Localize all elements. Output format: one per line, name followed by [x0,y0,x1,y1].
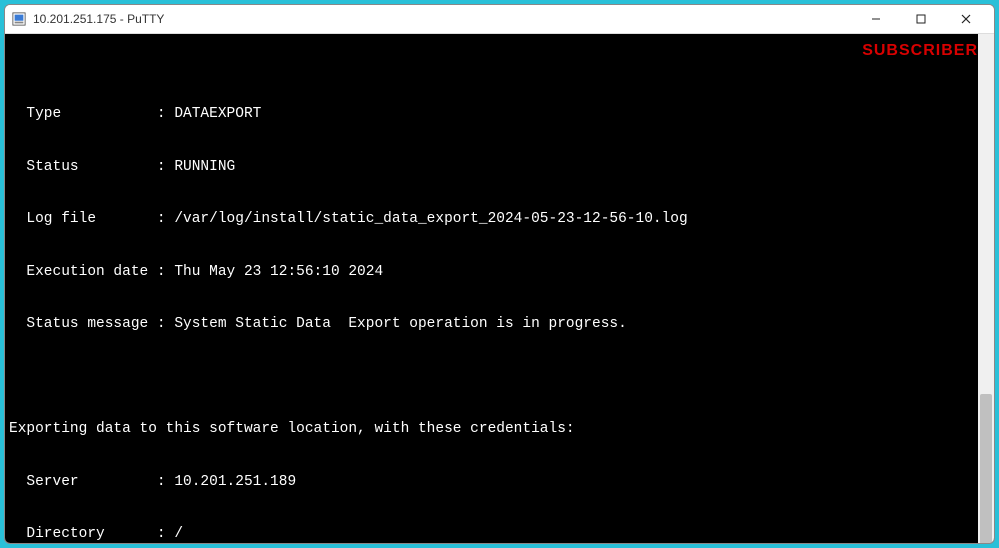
export-heading: Exporting data to this software location… [9,421,575,437]
field-label: Directory : [9,526,174,542]
field-value: RUNNING [174,159,235,175]
minimize-button[interactable] [853,5,898,33]
vertical-scrollbar[interactable] [978,34,994,543]
field-value: DATAEXPORT [174,106,261,122]
subscriber-label: SUBSCRIBER [862,42,978,60]
output-line: Server : 10.201.251.189 [9,474,990,492]
field-label: Status message : [9,316,174,332]
blank-line [9,369,990,387]
output-line: Status : RUNNING [9,159,990,177]
output-line: Type : DATAEXPORT [9,106,990,124]
output-line: Exporting data to this software location… [9,421,990,439]
field-label: Execution date : [9,264,174,280]
field-value: Thu May 23 12:56:10 2024 [174,264,383,280]
field-label: Log file : [9,211,174,227]
titlebar: 10.201.251.175 - PuTTY [5,5,994,34]
putty-icon [11,11,27,27]
output-line: Status message : System Static Data Expo… [9,316,990,334]
putty-window: 10.201.251.175 - PuTTY SUBSCRIBER Type :… [4,4,995,544]
maximize-button[interactable] [898,5,943,33]
outer-frame: 10.201.251.175 - PuTTY SUBSCRIBER Type :… [0,0,999,548]
terminal-area[interactable]: SUBSCRIBER Type : DATAEXPORT Status : RU… [5,34,994,543]
field-value: System Static Data Export operation is i… [174,316,626,332]
field-value: /var/log/install/static_data_export_2024… [174,211,687,227]
output-line: Execution date : Thu May 23 12:56:10 202… [9,264,990,282]
field-label: Type : [9,106,174,122]
close-button[interactable] [943,5,988,33]
field-value: 10.201.251.189 [174,474,296,490]
field-value: / [174,526,183,542]
window-title: 10.201.251.175 - PuTTY [33,12,164,26]
field-label: Status : [9,159,174,175]
output-line: Log file : /var/log/install/static_data_… [9,211,990,229]
field-label: Server : [9,474,174,490]
scrollbar-thumb[interactable] [980,394,992,543]
output-line: Directory : / [9,526,990,543]
